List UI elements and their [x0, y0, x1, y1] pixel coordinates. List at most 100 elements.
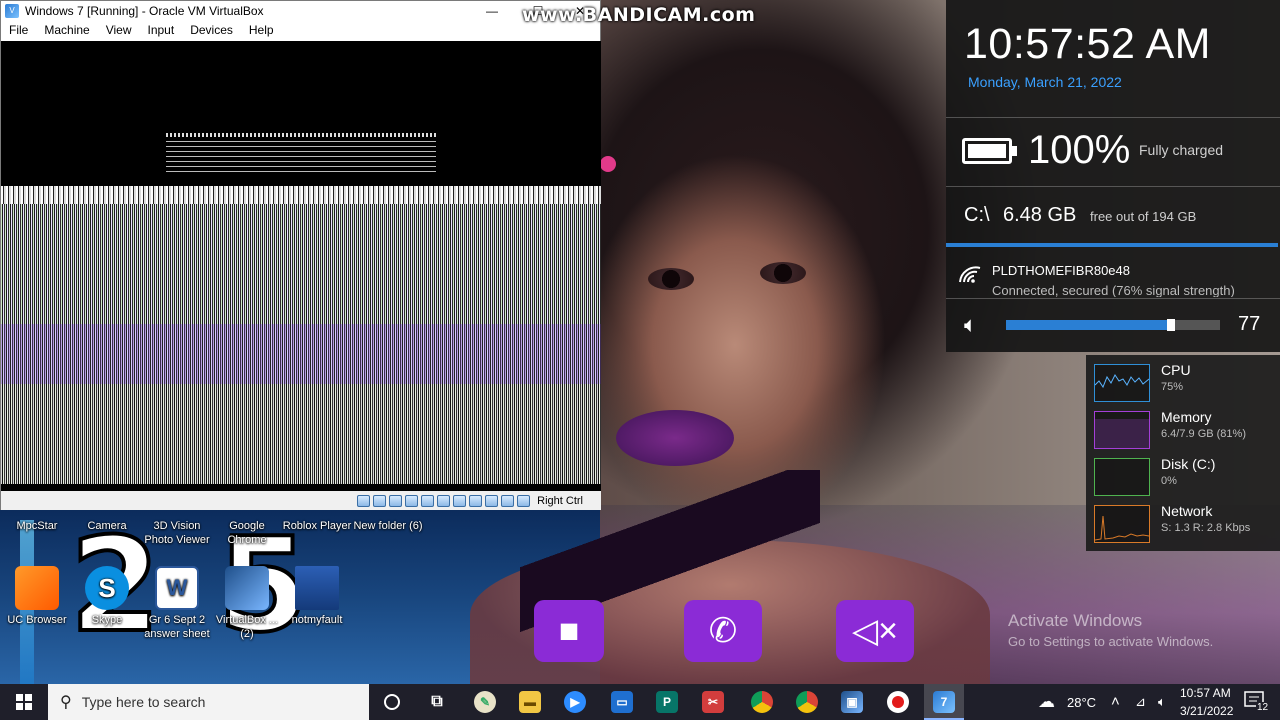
volume-fill — [1006, 320, 1171, 330]
word-document-icon: W — [155, 566, 199, 610]
video-capture-icon[interactable] — [469, 494, 483, 507]
cpu-icon[interactable] — [485, 494, 499, 507]
glitch-band — [1, 324, 601, 384]
activate-subtitle: Go to Settings to activate Windows. — [1008, 634, 1214, 649]
video-subject-eye-right — [760, 262, 806, 284]
taskbar-clock-time[interactable]: 10:57 AM — [1180, 686, 1231, 700]
snipping-tool-icon[interactable]: ✂ — [693, 684, 733, 720]
volume-value: 77 — [1238, 313, 1261, 335]
chrome-profile-icon[interactable] — [787, 684, 827, 720]
desktop-icon-skype[interactable]: S Skype — [70, 566, 144, 627]
usb-icon[interactable] — [421, 494, 435, 507]
start-button[interactable] — [0, 684, 48, 720]
desktop-icon-label: 3D Vision Photo Viewer — [144, 520, 210, 546]
volume-tray-icon[interactable]: 🔈︎ — [1158, 694, 1166, 710]
virtualbox-window[interactable]: V Windows 7 [Running] - Oracle VM Virtua… — [0, 0, 601, 510]
drive-usage-bar — [946, 243, 1278, 247]
wifi-ssid: PLDTHOMEFIBR80e48 — [992, 263, 1130, 278]
speaker-icon[interactable]: 🔈︎ — [964, 312, 977, 338]
battery-fill — [968, 144, 1006, 158]
show-hidden-icons-icon[interactable]: ˄ — [1111, 693, 1120, 710]
network-tray-icon[interactable]: ⊿ — [1135, 694, 1146, 710]
volume-slider[interactable] — [1006, 319, 1220, 331]
minimize-icon[interactable]: — — [469, 1, 515, 20]
menu-view[interactable]: View — [98, 23, 140, 37]
publisher-icon[interactable]: P — [647, 684, 687, 720]
desktop-icon-label: MpcStar — [16, 520, 58, 532]
perf-disk: Disk (C:) 0% — [1094, 454, 1274, 496]
perf-memory: Memory 6.4/7.9 GB (81%) — [1094, 407, 1274, 449]
file-explorer-icon[interactable]: ▬ — [510, 684, 550, 720]
action-center-icon[interactable]: 12 — [1244, 690, 1272, 716]
activate-windows-watermark: Activate Windows Go to Settings to activ… — [1008, 611, 1213, 649]
desktop-icon-virtualbox[interactable]: VirtualBox ... (2) — [210, 566, 284, 641]
desktop-icon-label: UC Browser — [7, 614, 67, 626]
windows-logo-icon — [16, 694, 32, 710]
optical-drive-icon[interactable] — [373, 494, 387, 507]
glitch-band — [1, 204, 601, 324]
task-view-icon[interactable]: ⧉ — [417, 684, 457, 720]
desktop-icon-camera[interactable]: Camera — [70, 519, 144, 533]
volume-thumb[interactable] — [1166, 319, 1175, 331]
weather-icon[interactable]: ☁ — [1038, 692, 1055, 712]
menu-help[interactable]: Help — [241, 23, 282, 37]
perf-network-value: S: 1.3 R: 2.8 Kbps — [1161, 522, 1251, 534]
menu-machine[interactable]: Machine — [36, 23, 97, 37]
desktop-icon-uc-browser[interactable]: UC Browser — [0, 566, 74, 627]
virtualbox-icon: V — [5, 3, 19, 18]
desktop-icon-3d-vision[interactable]: 3D Vision Photo Viewer — [140, 519, 214, 547]
perf-network: Network S: 1.3 R: 2.8 Kbps — [1094, 501, 1274, 543]
activate-title: Activate Windows — [1008, 611, 1143, 630]
glitch-line — [166, 133, 436, 137]
virtualbox-taskbar-icon[interactable]: ▣ — [832, 684, 872, 720]
vbox-title-text: Windows 7 [Running] - Oracle VM VirtualB… — [25, 3, 264, 18]
vm-display[interactable] — [1, 41, 601, 491]
chrome-icon[interactable] — [742, 684, 782, 720]
perf-cpu-value: 75% — [1161, 381, 1184, 393]
menu-devices[interactable]: Devices — [182, 23, 241, 37]
battery-icon — [962, 138, 1017, 164]
desktop-icon-mpcstar[interactable]: MpcStar — [0, 519, 74, 533]
skype-icon: S — [85, 566, 129, 610]
desktop-icon-label: Roblox Player — [282, 520, 352, 532]
display-icon[interactable] — [453, 494, 467, 507]
uc-browser-icon — [15, 566, 59, 610]
zoom-icon[interactable]: ▶ — [555, 684, 595, 720]
perf-cpu: CPU 75% — [1094, 360, 1274, 402]
disk-graph — [1094, 458, 1150, 496]
taskbar-search-box[interactable]: ⚲ Type here to search — [48, 684, 369, 720]
menu-input[interactable]: Input — [140, 23, 183, 37]
widget-divider — [946, 117, 1280, 118]
wifi-icon — [958, 264, 982, 290]
taskbar-clock-date[interactable]: 3/21/2022 — [1180, 704, 1233, 718]
paint-icon[interactable]: ✎ — [465, 684, 505, 720]
notification-count: 12 — [1256, 702, 1270, 713]
perf-disk-value: 0% — [1161, 475, 1177, 487]
notmyfault-icon — [295, 566, 339, 610]
mouse-integration-icon[interactable] — [501, 494, 515, 507]
virtualbox-vm-taskbar-icon[interactable]: 7 — [924, 684, 964, 720]
desktop-icon-new-folder[interactable]: New folder (6) — [351, 519, 425, 533]
cortana-icon[interactable] — [372, 684, 412, 720]
keyboard-icon[interactable] — [517, 494, 531, 507]
shared-folder-icon[interactable] — [437, 494, 451, 507]
photos-icon[interactable]: ▭ — [602, 684, 642, 720]
desktop-icon-notmyfault[interactable]: notmyfault — [280, 566, 354, 627]
desktop-icon-label: VirtualBox ... (2) — [215, 614, 279, 640]
temperature[interactable]: 28°C — [1067, 695, 1096, 710]
desktop-icon-google-chrome[interactable]: Google Chrome — [210, 519, 284, 547]
video-subject-bindi — [600, 156, 616, 172]
hdd-icon[interactable] — [357, 494, 371, 507]
desktop-icon-label: Skype — [91, 614, 123, 626]
desktop-icon-label: Gr 6 Sept 2 answer sheet — [144, 614, 210, 640]
perf-memory-value: 6.4/7.9 GB (81%) — [1161, 428, 1246, 440]
audio-icon[interactable] — [389, 494, 403, 507]
desktop-icon-roblox[interactable]: Roblox Player — [280, 519, 354, 533]
network-icon[interactable] — [405, 494, 419, 507]
glitch-band — [1, 384, 601, 484]
bandicam-record-icon[interactable] — [878, 684, 918, 720]
drive-letter: C:\ — [964, 204, 990, 226]
menu-file[interactable]: File — [1, 23, 36, 37]
glitch-line — [166, 141, 436, 173]
desktop-icon-word-doc[interactable]: W Gr 6 Sept 2 answer sheet — [140, 566, 214, 641]
